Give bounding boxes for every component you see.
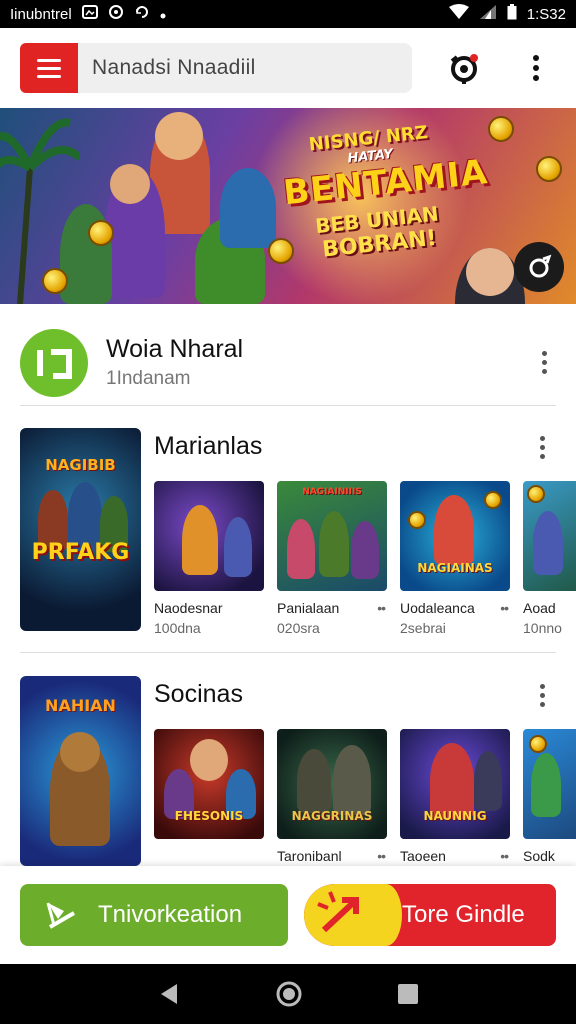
feature-title: NAHIAN <box>45 696 116 715</box>
game-name: Taoeen <box>400 848 446 864</box>
menu-button[interactable] <box>20 43 78 93</box>
edit-icon <box>46 902 76 929</box>
game-tile[interactable]: NAGIAINIIIS Panialaan •• 020sra <box>277 481 387 636</box>
tile-more-icon[interactable]: •• <box>500 600 510 616</box>
search-input[interactable]: Nanadsi Nnaadiil <box>78 43 412 93</box>
status-bar: Iinubntrel 1:S32 <box>0 0 576 28</box>
status-time: 1:S32 <box>526 5 566 23</box>
primary-action-button[interactable]: Tnivorkeation <box>20 884 288 946</box>
section-more-button[interactable] <box>530 436 554 459</box>
hero-figure <box>466 248 514 296</box>
system-nav-bar <box>0 964 576 1024</box>
developer-subtitle: 1Indanam <box>106 368 191 389</box>
status-text: Iinubntrel <box>10 5 72 23</box>
game-name: Sodk <box>523 848 555 864</box>
game-thumbnail: FHESONIS <box>154 729 264 839</box>
hero-figure <box>220 168 276 248</box>
tile-more-icon[interactable]: •• <box>377 848 387 864</box>
thumb-title: FHESONIS <box>174 809 244 823</box>
game-size: 100dna <box>154 620 201 636</box>
game-thumbnail <box>523 729 576 839</box>
game-tile[interactable]: Naodesnar 100dna <box>154 481 264 636</box>
dot-icon <box>160 6 166 23</box>
game-tiles: FHESONIS NAGGRINAS Taronibanl •• NAUNNIG … <box>154 729 576 865</box>
section-title: Socinas <box>154 680 243 708</box>
bottom-action-bar: Tnivorkeation Tore Gindle <box>0 866 576 964</box>
recents-icon[interactable] <box>397 983 419 1005</box>
secondary-action-label: Tore Gindle <box>402 901 525 928</box>
section-socinas: NAHIAN Socinas FHESONIS NAGGRINAS Taroni… <box>20 676 576 866</box>
profile-button[interactable] <box>444 48 484 88</box>
developer-more-button[interactable] <box>532 351 556 374</box>
hero-figure <box>110 164 150 204</box>
game-tile[interactable]: NAGGRINAS Taronibanl •• <box>277 729 387 865</box>
game-name: Naodesnar <box>154 600 223 616</box>
wifi-icon <box>448 4 469 24</box>
hero-figure <box>60 204 112 304</box>
thumb-title: NAGGRINAS <box>291 809 373 823</box>
arrow-icon <box>304 884 402 946</box>
feature-subtitle: PRFAKG <box>31 540 130 565</box>
top-bar: Nanadsi Nnaadiil <box>0 28 576 108</box>
section-more-button[interactable] <box>530 684 554 707</box>
home-icon[interactable] <box>275 980 303 1008</box>
profile-icon <box>450 54 478 84</box>
more-vert-icon <box>533 55 539 81</box>
game-thumbnail <box>154 481 264 591</box>
game-tile[interactable]: FHESONIS <box>154 729 264 865</box>
back-icon[interactable] <box>157 982 181 1006</box>
game-tiles: Naodesnar 100dna NAGIAINIIIS Panialaan ••… <box>154 481 576 636</box>
developer-logo-icon <box>37 348 72 379</box>
featured-game-card[interactable]: NAHIAN <box>20 676 141 866</box>
sync-icon <box>108 4 124 24</box>
link-icon <box>529 254 552 278</box>
tile-more-icon[interactable]: •• <box>377 600 387 616</box>
game-thumbnail: NAGIAINAS <box>400 481 510 591</box>
featured-game-card[interactable]: NAGIBIB PRFAKG <box>20 428 141 631</box>
game-name: Aoad <box>523 600 556 616</box>
game-name: Uodaleanca <box>400 600 475 616</box>
developer-row[interactable]: Woia Nharal 1Indanam <box>20 320 556 406</box>
thumb-title: NAUNNIG <box>423 809 487 823</box>
menu-icon <box>37 58 61 62</box>
hero-figure <box>155 112 203 160</box>
game-tile[interactable]: NAGIAINAS Uodaleanca •• 2sebrai <box>400 481 510 636</box>
game-thumbnail: NAUNNIG <box>400 729 510 839</box>
feature-title: NAGIBIB <box>45 456 116 474</box>
battery-icon <box>507 4 517 24</box>
divider <box>20 652 556 653</box>
promo-banner[interactable]: NISNG/ NRZ HATAY BENTAMIA BEB UNIAN BOBR… <box>0 108 576 304</box>
thumb-title: NAGIAINAS <box>417 561 493 575</box>
game-name: Taronibanl <box>277 848 342 864</box>
game-size: 10nno <box>523 620 562 636</box>
section-marianlas: NAGIBIB PRFAKG Marianlas Naodesnar 100dn… <box>20 428 576 652</box>
game-thumbnail: NAGGRINAS <box>277 729 387 839</box>
banner-action-button[interactable] <box>514 242 564 292</box>
developer-name: Woia Nharal <box>106 335 244 363</box>
signal-icon <box>479 4 497 24</box>
game-thumbnail: NAGIAINIIIS <box>277 481 387 591</box>
image-icon <box>81 4 98 24</box>
game-tile[interactable]: Sodk <box>523 729 576 865</box>
game-size: 020sra <box>277 620 320 636</box>
section-title: Marianlas <box>154 432 263 460</box>
game-name: Panialaan <box>277 600 340 616</box>
game-thumbnail <box>523 481 576 591</box>
more-options-button[interactable] <box>516 48 556 88</box>
game-tile[interactable]: Aoad 10nno <box>523 481 576 636</box>
developer-logo <box>20 328 88 397</box>
game-size: 2sebrai <box>400 620 446 636</box>
banner-title: NISNG/ NRZ HATAY BENTAMIA BEB UNIAN BOBR… <box>278 119 490 266</box>
secondary-action-button[interactable]: Tore Gindle <box>304 884 556 946</box>
tile-more-icon[interactable]: •• <box>500 848 510 864</box>
primary-action-label: Tnivorkeation <box>98 901 243 928</box>
game-tile[interactable]: NAUNNIG Taoeen •• <box>400 729 510 865</box>
sync-icon <box>134 4 150 24</box>
